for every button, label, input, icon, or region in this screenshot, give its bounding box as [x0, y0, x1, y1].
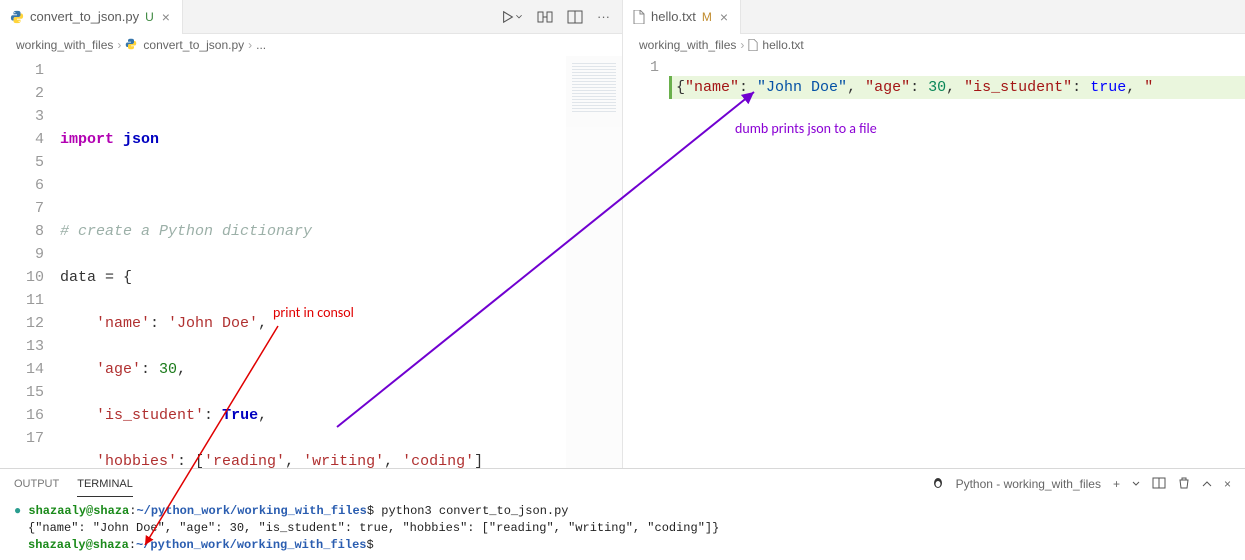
code-line[interactable]: 'age': 30,: [60, 358, 622, 381]
penguin-icon: [932, 477, 944, 492]
chevron-right-icon: ›: [740, 38, 744, 52]
line-gutter: 1: [623, 59, 669, 116]
tab-badge-untracked: U: [145, 10, 154, 24]
run-icon[interactable]: [501, 9, 523, 24]
terminal-profile-label[interactable]: Python - working_with_files: [956, 477, 1101, 491]
line-number: 1: [0, 59, 44, 82]
code-line[interactable]: data = {: [60, 266, 622, 289]
code-editor[interactable]: 1 2 3 4 5 6 7 8 9 10 11 12 13 14 15 16 1…: [0, 56, 622, 468]
tab-filename: convert_to_json.py: [30, 9, 139, 24]
line-number: 9: [0, 243, 44, 266]
right-tabs: hello.txt M ×: [623, 0, 1245, 34]
chevron-up-icon[interactable]: [1202, 477, 1212, 491]
annotation-file: dumb prints json to a file: [735, 120, 877, 137]
tab-badge-modified: M: [702, 10, 712, 24]
line-number: 17: [0, 427, 44, 450]
annotation-console: print in consol: [273, 304, 354, 321]
python-icon: [10, 10, 24, 24]
line-number: 13: [0, 335, 44, 358]
terminal-tabs: OUTPUT TERMINAL Python - working_with_fi…: [0, 469, 1245, 499]
line-number: 16: [0, 404, 44, 427]
code-line[interactable]: [60, 174, 622, 197]
terminal-line: shazaaly@shaza:~/python_work/working_wit…: [14, 537, 1231, 554]
terminal-panel: OUTPUT TERMINAL Python - working_with_fi…: [0, 468, 1245, 560]
line-number: 15: [0, 381, 44, 404]
line-number: 4: [0, 128, 44, 151]
line-number: 7: [0, 197, 44, 220]
diff-icon[interactable]: [537, 9, 553, 24]
tab-output[interactable]: OUTPUT: [14, 472, 59, 496]
tab-terminal[interactable]: TERMINAL: [77, 472, 133, 497]
more-icon[interactable]: ···: [597, 9, 610, 24]
terminal-toolbar: Python - working_with_files + ×: [932, 477, 1231, 492]
breadcrumb-segment[interactable]: ...: [256, 38, 266, 52]
code-line[interactable]: import json: [60, 128, 622, 151]
tab-convert-to-json[interactable]: convert_to_json.py U ×: [0, 0, 183, 34]
left-editor-pane: convert_to_json.py U × ··· working_with_…: [0, 0, 623, 468]
line-number: 12: [0, 312, 44, 335]
tab-hello-txt[interactable]: hello.txt M ×: [623, 0, 741, 34]
breadcrumb-segment[interactable]: working_with_files: [639, 38, 736, 52]
breadcrumb-segment[interactable]: working_with_files: [16, 38, 113, 52]
code-line[interactable]: 'hobbies': ['reading', 'writing', 'codin…: [60, 450, 622, 468]
code-content[interactable]: {"name": "John Doe", "age": 30, "is_stud…: [669, 59, 1245, 116]
terminal-line: ● shazaaly@shaza:~/python_work/working_w…: [14, 503, 1231, 520]
line-number: 5: [0, 151, 44, 174]
plus-icon[interactable]: +: [1113, 477, 1120, 491]
split-terminal-icon[interactable]: [1152, 477, 1166, 492]
left-tabs: convert_to_json.py U × ···: [0, 0, 622, 34]
file-icon: [748, 39, 758, 51]
line-number: 2: [0, 82, 44, 105]
code-line[interactable]: [60, 82, 622, 105]
split-icon[interactable]: [567, 9, 583, 24]
chevron-right-icon: ›: [248, 38, 252, 52]
code-line[interactable]: {"name": "John Doe", "age": 30, "is_stud…: [669, 76, 1245, 99]
close-icon[interactable]: ×: [1224, 477, 1231, 491]
line-number: 14: [0, 358, 44, 381]
tab-filename: hello.txt: [651, 9, 696, 24]
terminal-body[interactable]: ● shazaaly@shaza:~/python_work/working_w…: [0, 499, 1245, 560]
code-line[interactable]: # create a Python dictionary: [60, 220, 622, 243]
code-content[interactable]: import json # create a Python dictionary…: [60, 56, 622, 468]
line-number: 11: [0, 289, 44, 312]
line-number: 10: [0, 266, 44, 289]
terminal-line: {"name": "John Doe", "age": 30, "is_stud…: [14, 520, 1231, 537]
right-editor-pane: hello.txt M × working_with_files › hello…: [623, 0, 1245, 468]
breadcrumb-segment[interactable]: convert_to_json.py: [143, 38, 244, 52]
file-icon: [633, 10, 645, 24]
breadcrumb-segment[interactable]: hello.txt: [762, 38, 803, 52]
python-icon: [125, 38, 139, 52]
close-icon[interactable]: ×: [718, 9, 730, 25]
close-icon[interactable]: ×: [160, 9, 172, 25]
chevron-down-icon[interactable]: [1132, 477, 1140, 491]
line-number: 3: [0, 105, 44, 128]
minimap[interactable]: [566, 56, 622, 468]
chevron-right-icon: ›: [117, 38, 121, 52]
left-breadcrumbs[interactable]: working_with_files › convert_to_json.py …: [0, 34, 622, 56]
line-number: 6: [0, 174, 44, 197]
code-line[interactable]: 'is_student': True,: [60, 404, 622, 427]
right-breadcrumbs[interactable]: working_with_files › hello.txt: [623, 34, 1245, 56]
line-number: 8: [0, 220, 44, 243]
right-editor[interactable]: 1 {"name": "John Doe", "age": 30, "is_st…: [623, 56, 1245, 116]
trash-icon[interactable]: [1178, 477, 1190, 492]
line-gutter: 1 2 3 4 5 6 7 8 9 10 11 12 13 14 15 16 1…: [0, 56, 60, 468]
editor-actions: ···: [489, 9, 622, 24]
